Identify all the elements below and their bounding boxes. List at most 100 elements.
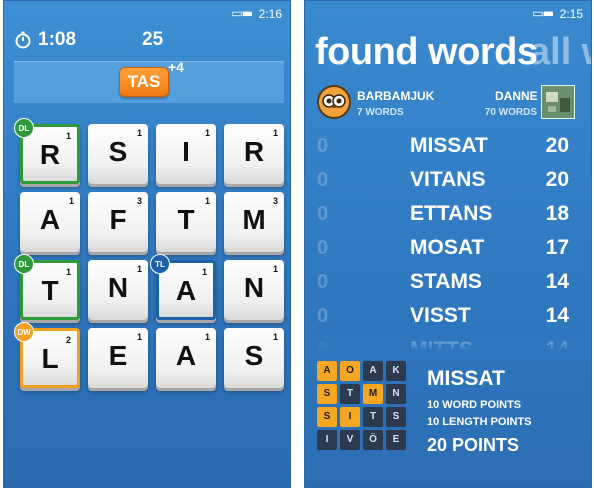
tile-letter: A [175, 275, 197, 306]
tile-points: 1 [65, 267, 71, 277]
player-word-score: 18 [545, 202, 569, 225]
avatar [317, 85, 351, 119]
letter-tile[interactable]: F3 [88, 192, 148, 252]
tile-letter: A [39, 204, 61, 235]
letter-tile[interactable]: S1 [224, 328, 284, 388]
selected-word: MISSAT [427, 367, 505, 390]
status-clock: 2:15 [559, 7, 583, 21]
tile-points: 1 [201, 267, 207, 277]
tile-points: 1 [136, 332, 142, 342]
letter-tile[interactable]: A1 [156, 328, 216, 388]
player-word-score: 14 [545, 270, 569, 293]
time-remaining: 1:08 [38, 29, 77, 50]
bonus-badge-dl: DL [14, 254, 34, 274]
letter-tile[interactable]: E1 [88, 328, 148, 388]
player-right-name: DANNE [495, 89, 538, 103]
tile-letter: I [182, 136, 190, 167]
bonus-badge-tl: TL [150, 254, 170, 274]
status-bar: ▭▬ 2:15 [305, 1, 591, 25]
tile-points: 1 [204, 196, 210, 206]
tile-points: 1 [272, 332, 278, 342]
all-words-pivot-header[interactable]: all w [529, 31, 591, 74]
mini-tile: S [317, 384, 337, 404]
mini-tile: E [386, 430, 406, 450]
tile-points: 1 [272, 264, 278, 274]
list-item[interactable]: 0 MISSAT 20 [305, 131, 591, 163]
total-points-line: 20 POINTS [427, 435, 520, 455]
mini-tile: A [317, 361, 337, 381]
mini-tile: A [363, 361, 383, 381]
word-points-line: 10 WORD POINTS [427, 399, 522, 411]
current-word-bonus: +4 [168, 59, 184, 75]
found-words-screen: ▭▬ 2:15 found words all w BARBAMJUK 7 WO… [304, 0, 592, 488]
tile-points: 1 [68, 196, 74, 206]
found-word: MISSAT [410, 134, 488, 157]
tile-points: 1 [136, 264, 142, 274]
current-word-badge: TAS [119, 67, 169, 97]
tile-letter: E [108, 340, 128, 371]
mini-tile: I [340, 407, 360, 427]
letter-tile[interactable]: M3 [224, 192, 284, 252]
letter-tile[interactable]: N1 [224, 260, 284, 320]
owl-avatar-icon [322, 94, 346, 108]
tile-points: 2 [65, 335, 71, 345]
list-item[interactable]: 0 ETTANS 18 [305, 199, 591, 231]
mini-tile: T [363, 407, 383, 427]
stopwatch-icon [15, 31, 31, 49]
found-word: STAMS [410, 270, 482, 293]
letter-tile[interactable]: S1 [88, 124, 148, 184]
player-word-score: 20 [545, 168, 569, 191]
mini-tile: V [340, 430, 360, 450]
found-words-list[interactable]: 0 MISSAT 20 0 VITANS 20 0 ETTANS 18 0 MOSAT 17 0 STAM… [305, 131, 591, 349]
tile-letter: M [242, 204, 266, 235]
game-board-screen: ▭▬ 2:16 1:08 25 TAS +4 R 1 DL S 1 I 1 R 1 A 1 F 3 T 1 M… [3, 0, 291, 488]
letter-tile[interactable]: A1 [20, 192, 80, 252]
tile-points: 1 [204, 128, 210, 138]
tile-letter: T [177, 204, 195, 235]
avatar [541, 85, 575, 119]
opponent-word-score: 0 [317, 203, 329, 225]
status-clock: 2:16 [258, 7, 282, 21]
mini-tile: M [363, 384, 383, 404]
found-words-heading: found words [315, 31, 538, 73]
opponent-word-score: 0 [317, 271, 329, 293]
tile-letter: A [175, 340, 197, 371]
found-word: MOSAT [410, 236, 485, 259]
player-left-name: BARBAMJUK [357, 89, 435, 103]
photo-avatar-icon [542, 86, 574, 118]
tile-letter: S [108, 136, 128, 167]
tile-points: 1 [136, 128, 142, 138]
bonus-badge-dl: DL [14, 118, 34, 138]
mini-tile: K [386, 361, 406, 381]
list-item[interactable]: 0 STAMS 14 [305, 267, 591, 299]
player-left-word-count: 7 WORDS [357, 107, 404, 118]
letter-tile[interactable]: N1 [88, 260, 148, 320]
tile-letter: R [243, 136, 265, 167]
tile-letter: S [244, 340, 264, 371]
list-item[interactable]: 0 MOSAT 17 [305, 233, 591, 265]
tile-points: 1 [204, 332, 210, 342]
found-word: VITANS [410, 168, 486, 191]
player-right-word-count: 70 WORDS [484, 107, 537, 118]
list-item[interactable]: 0 VITANS 20 [305, 165, 591, 197]
player-word-score: 20 [545, 134, 569, 157]
letter-tile[interactable]: T1 [156, 192, 216, 252]
tile-letter: F [109, 204, 127, 235]
bonus-badge-dw: DW [14, 322, 34, 342]
tile-points: 3 [272, 196, 278, 206]
battery-icon: ▭▬ [231, 6, 253, 20]
player-score: 25 [142, 29, 164, 50]
opponent-word-score: 0 [317, 237, 329, 259]
mini-tile: Ö [363, 430, 383, 450]
opponent-word-score: 0 [317, 169, 329, 191]
length-points-line: 10 LENGTH POINTS [427, 416, 532, 428]
battery-icon: ▭▬ [532, 6, 554, 20]
word-path-preview: AOAKSTMNSITSIVÖE [317, 361, 409, 453]
mini-tile: O [340, 361, 360, 381]
tile-letter: R [39, 139, 61, 170]
letter-tile[interactable]: R1 [224, 124, 284, 184]
letter-tile[interactable]: I1 [156, 124, 216, 184]
mini-tile: T [340, 384, 360, 404]
tile-points: 1 [65, 131, 71, 141]
tile-points: 3 [136, 196, 142, 206]
